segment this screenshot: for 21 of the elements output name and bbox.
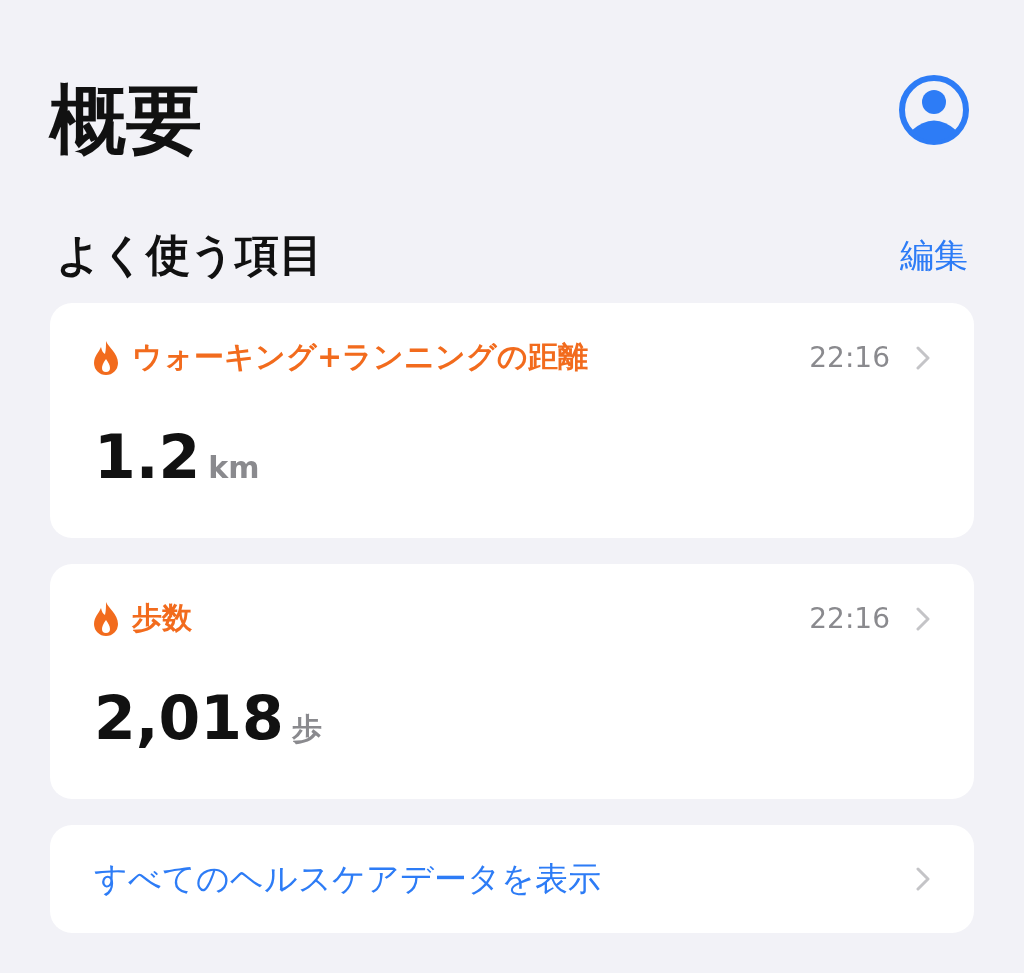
flame-icon xyxy=(94,340,118,375)
metric-value: 2,018 xyxy=(94,683,284,753)
metric-value: 1.2 xyxy=(94,422,201,492)
profile-icon[interactable] xyxy=(898,74,970,146)
edit-button[interactable]: 編集 xyxy=(900,232,974,279)
chevron-icon xyxy=(916,606,930,631)
link-label: すべてのヘルスケアデータを表示 xyxy=(94,857,601,900)
page-title: 概要 xyxy=(50,74,202,166)
metric-unit: 歩 xyxy=(291,710,322,748)
show-all-link[interactable]: すべてのヘルスケアデータを表示 xyxy=(50,825,974,933)
chevron-icon xyxy=(916,345,930,370)
chevron-icon xyxy=(916,867,930,891)
card-title: 歩数 xyxy=(132,599,193,637)
flame-icon xyxy=(94,601,118,636)
timestamp: 22:16 xyxy=(809,602,890,635)
timestamp: 22:16 xyxy=(809,341,890,374)
metric-unit: km xyxy=(208,450,260,485)
metric-card[interactable]: ウォーキング+ランニングの距離 22:16 1.2 km xyxy=(50,303,974,538)
section-heading: よく使う項目 xyxy=(55,228,323,282)
card-title: ウォーキング+ランニングの距離 xyxy=(132,338,590,376)
metric-card[interactable]: 歩数 22:16 2,018 歩 xyxy=(50,564,974,799)
